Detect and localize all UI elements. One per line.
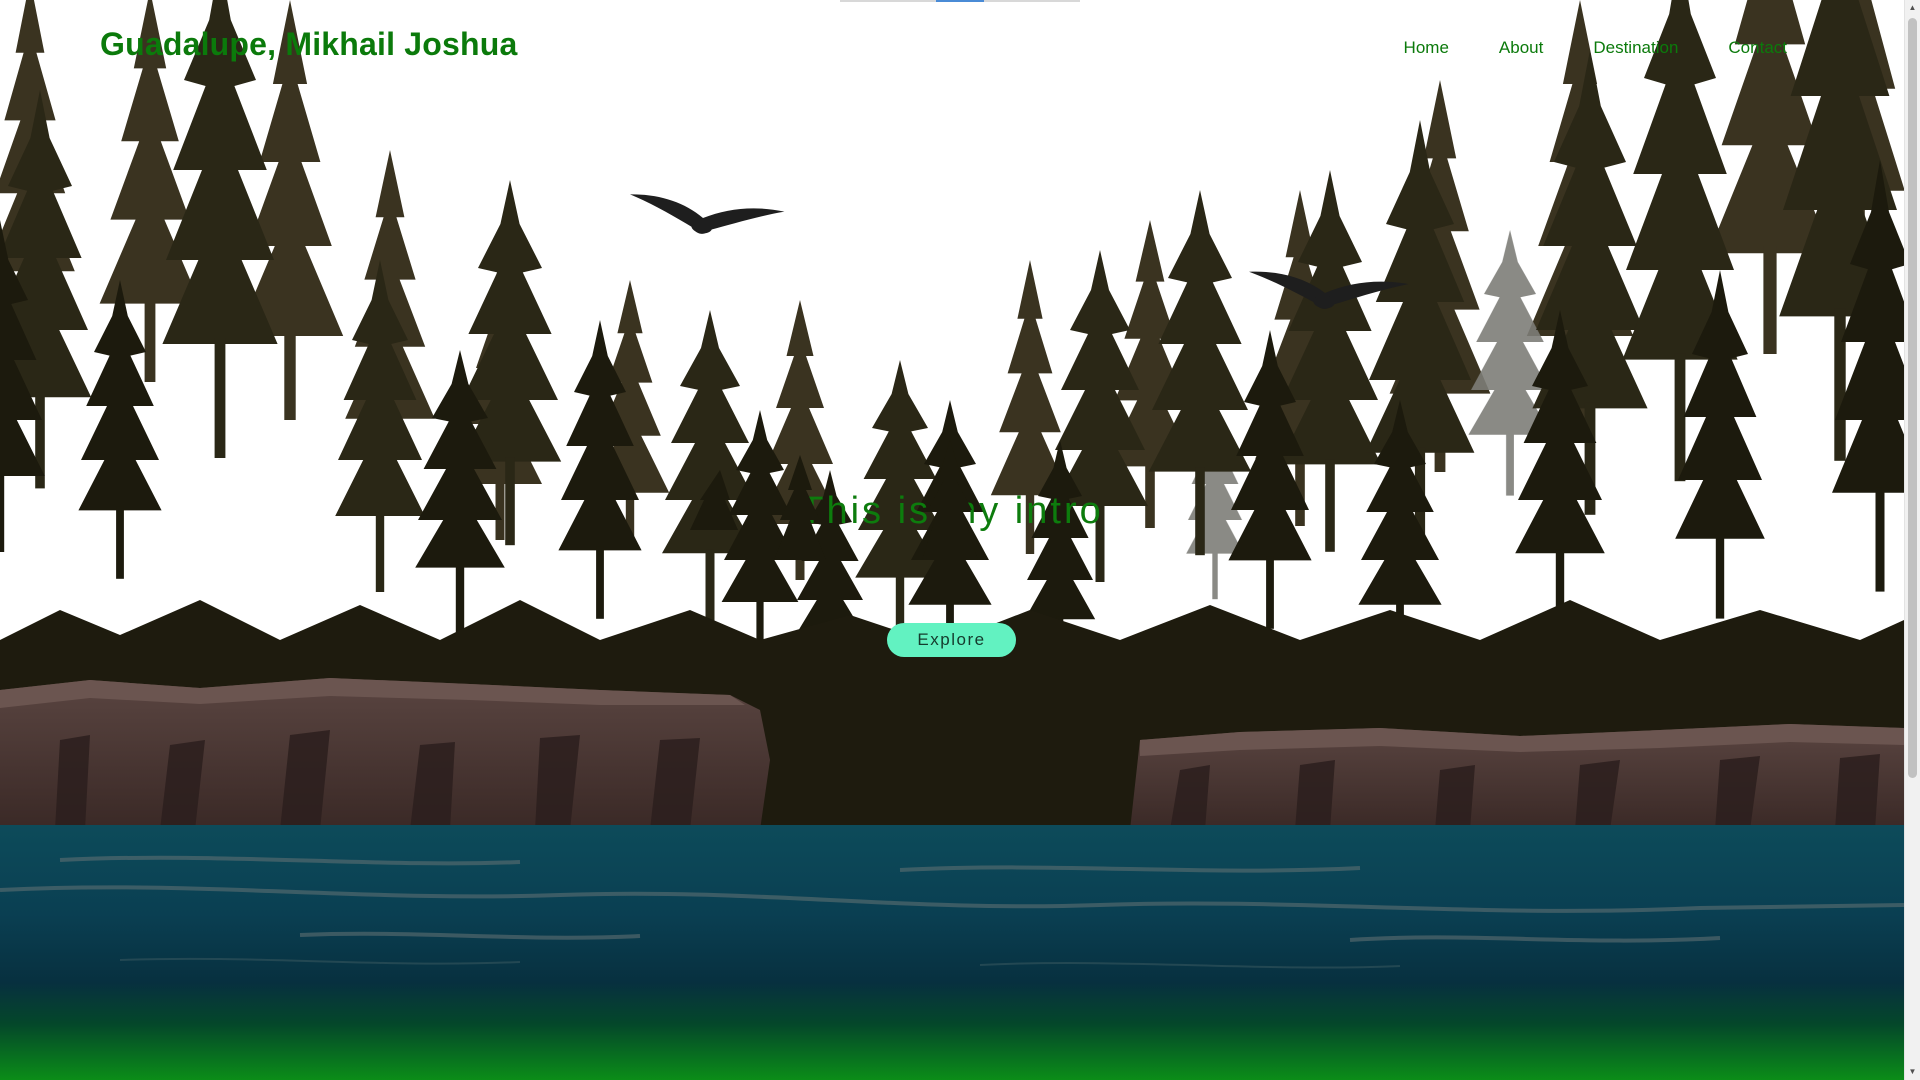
scroll-down-arrow-icon[interactable]: ▼ <box>1905 1064 1920 1080</box>
scroll-up-arrow-icon[interactable]: ▲ <box>1905 0 1920 16</box>
page-viewport: This is my intro Guadalupe, Mikhail Josh… <box>0 0 1904 1080</box>
hero-text: This is my intro <box>800 490 1104 532</box>
nav-contact[interactable]: Contact <box>1728 38 1787 58</box>
explore-button[interactable]: Explore <box>887 623 1016 657</box>
scroll-thumb[interactable] <box>1908 18 1917 778</box>
hero-scene <box>0 0 1904 1080</box>
main-nav: Home About Destination Contact <box>1404 38 1787 58</box>
nav-destination[interactable]: Destination <box>1593 38 1678 58</box>
nav-about[interactable]: About <box>1499 38 1543 58</box>
vertical-scrollbar[interactable]: ▲ ▼ <box>1904 0 1920 1080</box>
site-header: Guadalupe, Mikhail Joshua Home About Des… <box>0 0 1904 96</box>
site-title[interactable]: Guadalupe, Mikhail Joshua <box>100 26 518 63</box>
top-indicator <box>840 0 1080 2</box>
nav-home[interactable]: Home <box>1404 38 1449 58</box>
